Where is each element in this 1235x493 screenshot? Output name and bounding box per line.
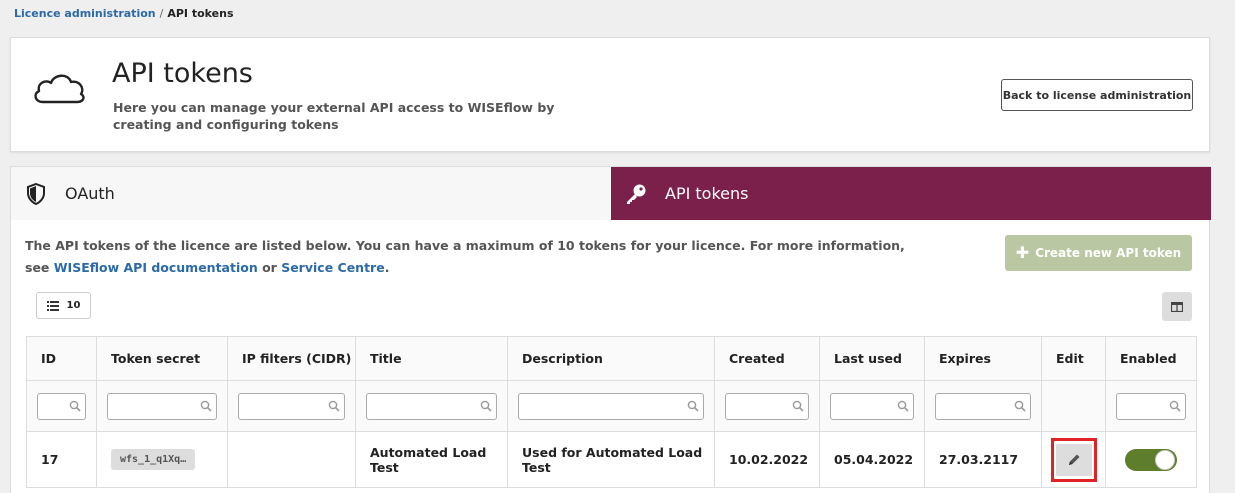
page-size-selector[interactable]: 10 — [36, 292, 91, 319]
tab-oauth-label: OAuth — [65, 184, 115, 203]
table-row: 17 wfs_1_q1Xq… Automated Load Test Used … — [26, 431, 1197, 488]
page-header-card: API tokens Here you can manage your exte… — [10, 37, 1210, 152]
search-icon — [200, 400, 212, 412]
column-header-id[interactable]: ID — [26, 336, 97, 381]
table-header-row: ID Token secret IP filters (CIDR) Title … — [26, 336, 1197, 381]
create-new-api-token-label: Create new API token — [1035, 246, 1182, 260]
list-icon — [46, 300, 59, 311]
breadcrumb: Licence administration / API tokens — [14, 7, 234, 20]
column-header-enabled[interactable]: Enabled — [1105, 336, 1197, 381]
search-icon — [792, 400, 804, 412]
search-icon — [69, 400, 81, 412]
edit-button[interactable] — [1055, 443, 1092, 476]
cloud-icon — [34, 74, 85, 104]
filter-input-created[interactable] — [725, 392, 809, 420]
shield-icon — [25, 182, 47, 205]
cell-id: 17 — [26, 431, 97, 488]
service-centre-link[interactable]: Service Centre — [281, 260, 385, 275]
tab-api-tokens-label: API tokens — [665, 184, 749, 203]
column-visibility-button[interactable] — [1162, 292, 1192, 321]
api-tokens-panel: OAuth API tokens The API tokens of the l… — [10, 166, 1211, 493]
back-to-license-administration-button[interactable]: Back to license administration — [1001, 79, 1193, 111]
filter-input-description[interactable] — [518, 392, 704, 420]
search-icon — [1014, 400, 1026, 412]
intro-text-middle: or — [257, 260, 282, 275]
search-icon — [687, 400, 699, 412]
search-icon — [897, 400, 909, 412]
column-header-created[interactable]: Created — [714, 336, 820, 381]
filter-input-token-secret[interactable] — [107, 392, 217, 420]
page-subtitle: Here you can manage your external API ac… — [113, 100, 555, 132]
column-header-edit: Edit — [1041, 336, 1106, 381]
breadcrumb-separator: / — [159, 7, 164, 20]
column-header-description[interactable]: Description — [507, 336, 715, 381]
columns-icon — [1171, 301, 1183, 312]
filter-input-ip-filters[interactable] — [238, 392, 345, 420]
cell-edit — [1041, 431, 1106, 488]
cell-expires: 27.03.2117 — [924, 431, 1042, 488]
cell-last-used: 05.04.2022 — [819, 431, 925, 488]
key-icon — [625, 183, 647, 205]
cell-description: Used for Automated Load Test — [507, 431, 715, 488]
cell-title: Automated Load Test — [355, 431, 508, 488]
filter-input-id[interactable] — [37, 392, 86, 420]
wiseflow-api-documentation-link[interactable]: WISEflow API documentation — [54, 260, 258, 275]
pencil-icon — [1068, 454, 1079, 465]
filter-input-title[interactable] — [366, 392, 497, 420]
tab-oauth[interactable]: OAuth — [11, 167, 611, 220]
breadcrumb-current: API tokens — [167, 7, 234, 20]
plus-icon: ✚ — [1015, 243, 1030, 262]
column-header-last-used[interactable]: Last used — [819, 336, 925, 381]
enabled-toggle[interactable] — [1125, 448, 1177, 471]
tab-api-tokens[interactable]: API tokens — [611, 167, 1211, 220]
cell-enabled — [1105, 431, 1197, 488]
intro-text-after: . — [384, 260, 390, 275]
search-icon — [1169, 400, 1181, 412]
search-icon — [480, 400, 492, 412]
edit-highlight-box — [1050, 437, 1097, 482]
intro-text: The API tokens of the licence are listed… — [25, 235, 905, 279]
page-title: API tokens — [112, 58, 253, 89]
cell-created: 10.02.2022 — [714, 431, 820, 488]
create-new-api-token-button[interactable]: ✚ Create new API token — [1005, 235, 1192, 271]
filter-input-last-used[interactable] — [830, 392, 914, 420]
column-header-token-secret[interactable]: Token secret — [96, 336, 228, 381]
cell-ip-filters — [227, 431, 356, 488]
column-header-expires[interactable]: Expires — [924, 336, 1042, 381]
tab-bar: OAuth API tokens — [11, 167, 1211, 220]
api-tokens-table: ID Token secret IP filters (CIDR) Title … — [26, 336, 1197, 488]
column-header-ip-filters[interactable]: IP filters (CIDR) — [227, 336, 356, 381]
search-icon — [328, 400, 340, 412]
token-secret-chip[interactable]: wfs_1_q1Xq… — [111, 449, 196, 470]
page-size-value: 10 — [66, 300, 81, 311]
filter-cell-edit-empty — [1041, 380, 1106, 432]
cell-token-secret: wfs_1_q1Xq… — [96, 431, 228, 488]
toggle-knob — [1155, 449, 1175, 470]
column-header-title[interactable]: Title — [355, 336, 508, 381]
filter-input-enabled[interactable] — [1116, 392, 1186, 420]
filter-input-expires[interactable] — [935, 392, 1031, 420]
filter-row — [26, 380, 1197, 432]
breadcrumb-link-licence-administration[interactable]: Licence administration — [14, 7, 156, 20]
